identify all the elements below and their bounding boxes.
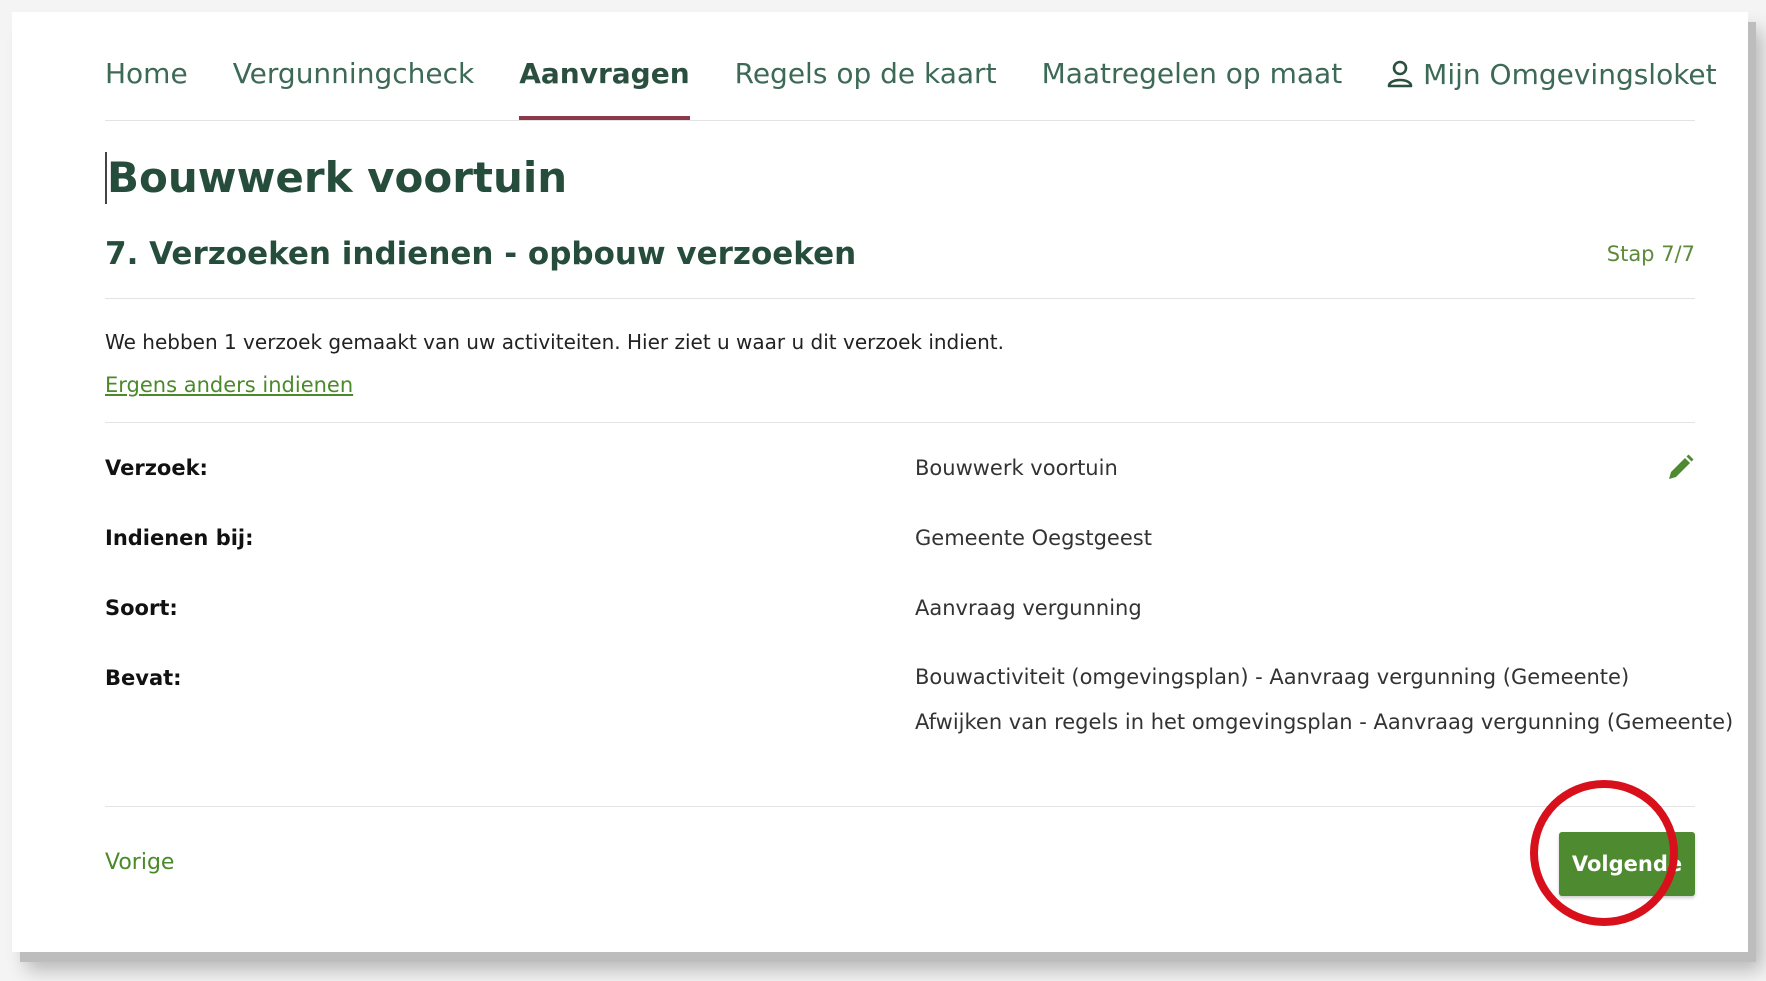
summary-value: Bouwwerk voortuin (915, 456, 1118, 480)
pencil-icon[interactable] (1665, 453, 1695, 483)
page-title: Bouwwerk voortuin (105, 152, 1697, 204)
nav-item-regels-op-de-kaart[interactable]: Regels op de kaart (735, 54, 997, 120)
nav-item-vergunningcheck[interactable]: Vergunningcheck (233, 54, 475, 120)
nav-item-aanvragen[interactable]: Aanvragen (519, 54, 691, 120)
summary-value-list: Bouwactiviteit (omgevingsplan) - Aanvraa… (915, 655, 1733, 745)
top-navigation: Home Vergunningcheck Aanvragen Regels op… (105, 54, 1717, 121)
previous-link[interactable]: Vorige (105, 850, 174, 875)
user-icon (1387, 60, 1413, 88)
summary-value: Aanvraag vergunning (915, 596, 1142, 620)
summary-label: Bevat: (105, 666, 182, 690)
summary-label: Indienen bij: (105, 526, 254, 550)
summary-label: Soort: (105, 596, 178, 620)
summary-label: Verzoek: (105, 456, 208, 480)
submit-elsewhere-link[interactable]: Ergens anders indienen (105, 370, 353, 400)
step-counter: Stap 7/7 (1606, 242, 1695, 266)
next-button[interactable]: Volgende (1559, 832, 1695, 896)
account-link[interactable]: Mijn Omgevingsloket (1387, 54, 1717, 94)
nav-item-home[interactable]: Home (105, 54, 188, 120)
form-footer: Vorige Volgende (105, 832, 1695, 912)
account-label: Mijn Omgevingsloket (1423, 57, 1717, 91)
contains-item: Bouwactiviteit (omgevingsplan) - Aanvraa… (915, 665, 1630, 689)
summary-value: Gemeente Oegstgeest (915, 526, 1152, 550)
intro-text: We hebben 1 verzoek gemaakt van uw activ… (105, 330, 1004, 354)
contains-item: Afwijken van regels in het omgevingsplan… (915, 710, 1734, 734)
nav-item-maatregelen-op-maat[interactable]: Maatregelen op maat (1042, 54, 1343, 120)
step-header: 7. Verzoeken indienen - opbouw verzoeken… (105, 232, 1695, 299)
request-summary: Verzoek: Bouwwerk voortuin Indienen bij:… (105, 422, 1733, 807)
step-title: 7. Verzoeken indienen - opbouw verzoeken (105, 236, 857, 272)
page-frame: Home Vergunningcheck Aanvragen Regels op… (12, 12, 1748, 952)
